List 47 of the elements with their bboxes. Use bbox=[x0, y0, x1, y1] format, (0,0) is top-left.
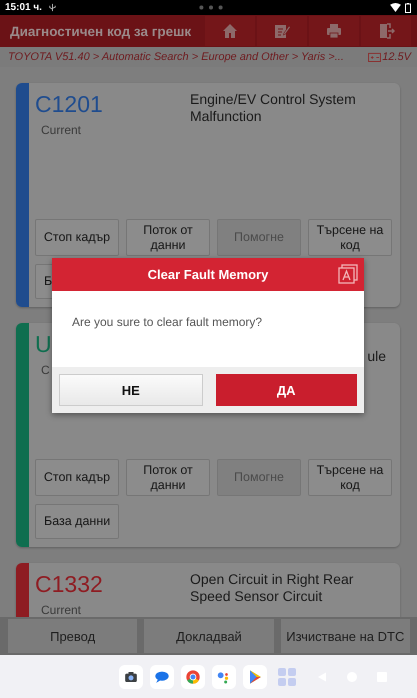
font-size-icon bbox=[338, 264, 358, 284]
fault-status: C bbox=[41, 363, 51, 377]
dots-icon bbox=[198, 5, 223, 10]
fault-code: U bbox=[35, 331, 53, 357]
wifi-icon bbox=[390, 3, 401, 12]
usb-icon bbox=[48, 3, 57, 12]
voltage-reading: 12.5V bbox=[382, 51, 411, 63]
action-button[interactable]: База данни bbox=[35, 504, 120, 539]
action-button[interactable]: Превод bbox=[8, 619, 138, 653]
action-button[interactable]: Изчистване на DTC bbox=[280, 619, 410, 653]
exit-icon bbox=[377, 22, 395, 40]
edit-icon bbox=[273, 22, 291, 40]
fault-description: Open Circuit in Right Rear Speed Sensor Circuit bbox=[190, 571, 354, 606]
action-button[interactable]: Стоп кадър bbox=[35, 459, 119, 496]
dialog-message: Are you sure to clear fault memory? bbox=[71, 314, 264, 329]
camera-app-button[interactable] bbox=[119, 664, 143, 688]
home-icon bbox=[221, 22, 239, 40]
browser-app-button[interactable] bbox=[181, 664, 205, 688]
fault-code: C1201 bbox=[35, 91, 104, 117]
printer-icon bbox=[325, 22, 343, 40]
action-button[interactable]: Поток от данни bbox=[126, 219, 210, 256]
breadcrumb-path: TOYOTA V51.40 > Automatic Search > Europe and Other > Yaris >... bbox=[8, 51, 344, 63]
home-button[interactable] bbox=[205, 16, 255, 46]
fault-code: C1332 bbox=[35, 571, 104, 597]
battery-icon bbox=[405, 2, 411, 12]
fault-status: Current bbox=[41, 603, 82, 617]
action-button[interactable]: Търсене на код bbox=[308, 219, 392, 256]
printer-button[interactable] bbox=[309, 16, 359, 46]
fault-status: Current bbox=[41, 123, 82, 137]
battery-icon bbox=[368, 52, 382, 62]
clock-time: 15:01 ч. bbox=[5, 2, 42, 13]
edit-button[interactable] bbox=[257, 16, 307, 46]
action-button[interactable]: Търсене на код bbox=[308, 459, 392, 496]
action-button[interactable]: Поток от данни bbox=[126, 459, 210, 496]
fault-description: ule bbox=[367, 348, 386, 365]
dialog-title: Clear Fault Memory bbox=[148, 267, 268, 282]
assistant-app-button[interactable] bbox=[212, 664, 236, 688]
exit-button[interactable] bbox=[361, 16, 411, 46]
action-button[interactable]: Докладвай bbox=[144, 619, 274, 653]
cancel-button[interactable]: НЕ bbox=[59, 374, 202, 406]
fault-description: Engine/EV Control System Malfunction bbox=[190, 91, 357, 126]
screen-title: Диагностичен код за грешк bbox=[10, 24, 192, 38]
app-grid-icon[interactable] bbox=[277, 666, 297, 686]
chat-bubble-app-button[interactable] bbox=[150, 664, 174, 688]
play-store-app-button[interactable] bbox=[243, 664, 267, 688]
confirm-button[interactable]: ДА bbox=[216, 374, 357, 406]
action-button[interactable]: Стоп кадър bbox=[35, 219, 119, 256]
